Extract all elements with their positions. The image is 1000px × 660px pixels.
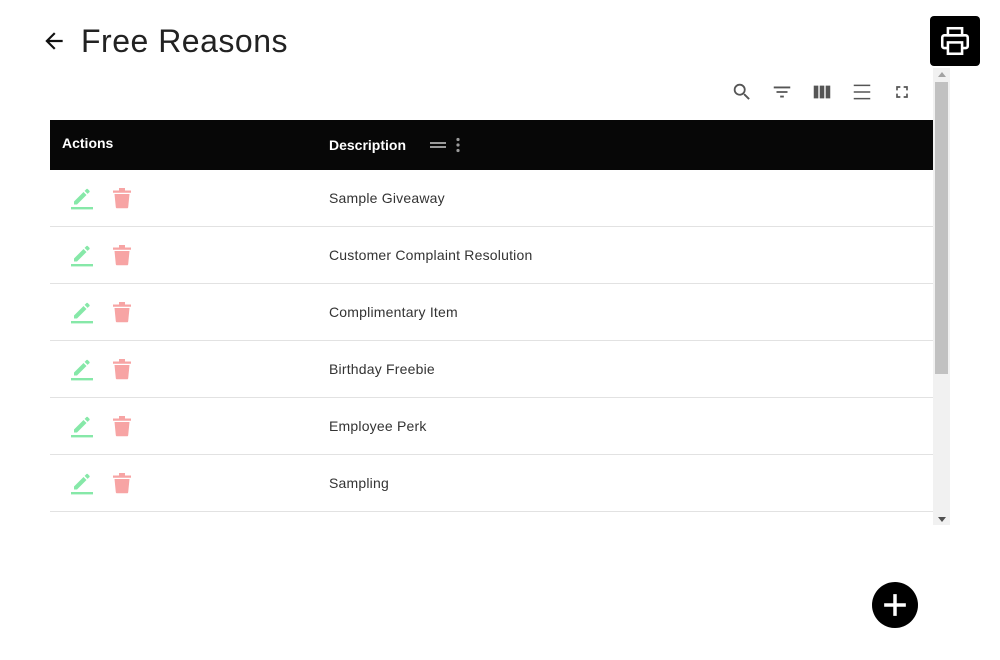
row-description: Customer Complaint Resolution — [329, 247, 533, 263]
search-icon — [733, 83, 750, 100]
fullscreen-button[interactable] — [890, 80, 914, 104]
scroll-up-button[interactable] — [933, 68, 950, 80]
search-button[interactable] — [730, 80, 754, 104]
pencil-icon — [71, 416, 93, 438]
scroll-thumb[interactable] — [935, 82, 948, 374]
edit-button[interactable] — [70, 243, 94, 267]
pencil-icon — [71, 245, 93, 267]
delete-button[interactable] — [110, 186, 134, 210]
table-row: Birthday Freebie — [50, 341, 933, 398]
delete-button[interactable] — [110, 300, 134, 324]
table-row: Sample Giveaway — [50, 170, 933, 227]
page-title: Free Reasons — [81, 23, 288, 59]
pencil-icon — [71, 359, 93, 381]
pencil-icon — [71, 473, 93, 495]
row-description: Sample Giveaway — [329, 190, 445, 206]
row-description: Sampling — [329, 475, 389, 491]
filter-icon — [773, 86, 791, 98]
edit-button[interactable] — [70, 414, 94, 438]
drag-handle-icon[interactable] — [429, 140, 447, 150]
table-row: Complimentary Item — [50, 284, 933, 341]
edit-button[interactable] — [70, 357, 94, 381]
filter-button[interactable] — [770, 80, 794, 104]
delete-button[interactable] — [110, 414, 134, 438]
column-header-actions: Actions — [62, 135, 114, 151]
table-row: Sampling — [50, 455, 933, 512]
density-icon — [853, 84, 871, 100]
trash-icon — [113, 359, 131, 380]
edit-button[interactable] — [70, 471, 94, 495]
page: Free Reasons Actions Description Sample … — [0, 0, 1000, 660]
table-header: Actions Description — [50, 120, 933, 170]
pencil-icon — [71, 302, 93, 324]
add-button[interactable] — [872, 582, 918, 628]
row-description: Employee Perk — [329, 418, 427, 434]
edit-button[interactable] — [70, 300, 94, 324]
back-button[interactable] — [38, 26, 70, 56]
caret-up-icon — [937, 71, 946, 77]
trash-icon — [113, 302, 131, 323]
row-description: Birthday Freebie — [329, 361, 435, 377]
data-table: Actions Description Sample Giveaway Cust… — [50, 120, 933, 525]
scroll-down-button[interactable] — [933, 513, 950, 525]
columns-icon — [813, 85, 831, 99]
printer-icon — [940, 26, 970, 56]
edit-button[interactable] — [70, 186, 94, 210]
density-button[interactable] — [850, 80, 874, 104]
table-body: Sample Giveaway Customer Complaint Resol… — [50, 170, 933, 512]
delete-button[interactable] — [110, 471, 134, 495]
fullscreen-icon — [896, 86, 908, 98]
arrow-left-icon — [45, 32, 63, 50]
column-menu-icon[interactable] — [455, 137, 461, 153]
print-button[interactable] — [930, 16, 980, 66]
pencil-icon — [71, 188, 93, 210]
delete-button[interactable] — [110, 243, 134, 267]
trash-icon — [113, 188, 131, 209]
row-description: Complimentary Item — [329, 304, 458, 320]
vertical-scrollbar[interactable] — [933, 68, 950, 525]
caret-down-icon — [937, 516, 946, 522]
plus-icon — [884, 594, 906, 616]
table-row: Customer Complaint Resolution — [50, 227, 933, 284]
columns-button[interactable] — [810, 80, 834, 104]
table-toolbar — [730, 80, 914, 104]
trash-icon — [113, 416, 131, 437]
trash-icon — [113, 245, 131, 266]
delete-button[interactable] — [110, 357, 134, 381]
column-header-description[interactable]: Description — [329, 137, 406, 153]
trash-icon — [113, 473, 131, 494]
table-row: Employee Perk — [50, 398, 933, 455]
